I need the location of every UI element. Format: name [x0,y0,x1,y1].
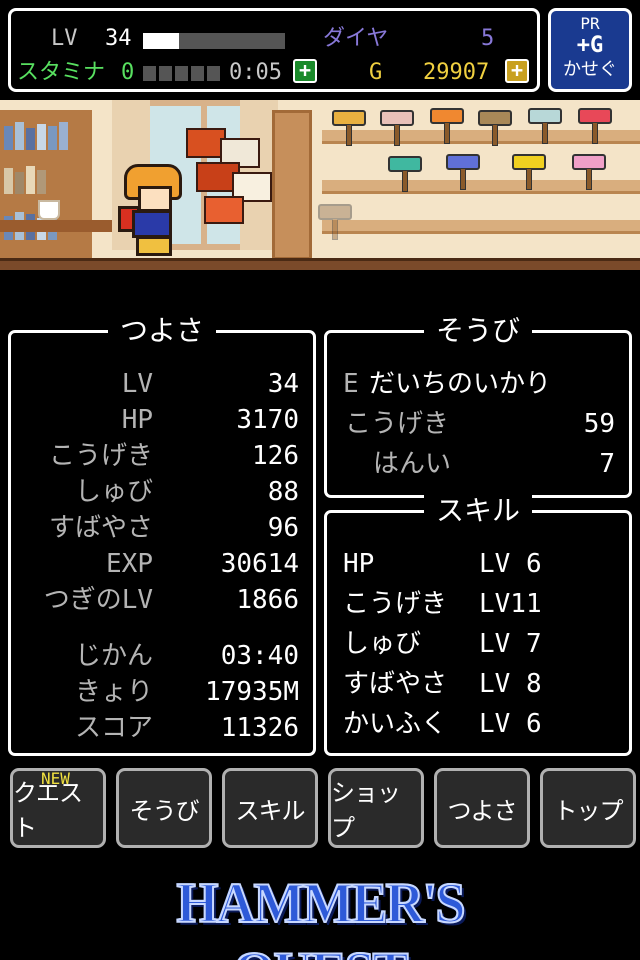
hammer-icon [318,200,352,240]
stat-value: 3170 [236,405,299,435]
menu-equip-button[interactable]: そうび [116,768,212,848]
desk [0,220,112,232]
skill-name: こうげき [343,589,448,619]
stamina-value: 0 [121,60,135,85]
gain-gold-label: +G [576,33,604,58]
status-panel: LV 34 ダイヤ 5 スタミナ 0 0:05 + G 29907 + [8,8,540,92]
stat-label: EXP [106,549,153,579]
plus-icon: + [298,58,312,82]
skill-name: かいふく [343,709,448,739]
stamina-gauge [143,66,220,81]
skill-panel-title: スキル [423,494,532,527]
stamina-label: スタミナ [17,60,106,85]
menu-shop-button[interactable]: ショップ [328,768,424,848]
earn-gold-button[interactable]: PR +G かせぐ [548,8,632,92]
menu-label: ショップ [331,779,401,842]
cup [38,200,60,220]
skill-name: しゅび [343,629,422,659]
stat-label: しゅび [74,477,153,507]
equip-panel: そうび E だいちのいかり こうげき 59 はんい 7 [324,314,632,498]
earn-label: かせぐ [563,59,617,80]
gold-value: 29907 [423,60,490,85]
equipped-hammer-sprite [176,122,280,238]
stat-label: スコア [74,713,153,743]
menu-quest-button[interactable]: NEW クエスト [10,768,106,848]
attack-value: 59 [583,409,615,439]
stat-label: LV [121,369,153,399]
stat-label: こうげき [48,441,153,471]
skill-panel: スキル HP LV 6 こうげき LV11 しゅび LV 7 すばやさ LV 8… [324,494,632,756]
game-scene [0,100,640,270]
stat-label: きょり [74,677,153,707]
diamond-value: 5 [481,26,495,51]
level-progress-fill [143,33,179,49]
stamina-plus-button[interactable]: + [293,59,317,83]
stat-value: 30614 [220,549,299,579]
new-badge: NEW [41,769,70,788]
stat-value: 03:40 [220,641,299,671]
stat-value: 11326 [220,713,299,743]
hammer-icon [430,104,464,144]
stat-value: 96 [267,513,299,543]
stat-label: つぎのLV [43,585,153,615]
hammer-icon [388,152,422,192]
strength-panel-title: つよさ [107,314,216,347]
floor [0,258,640,270]
stamina-timer: 0:05 [229,60,282,85]
stat-label: すばやさ [48,513,153,543]
hammer-icon [380,106,414,146]
stat-label: じかん [74,641,153,671]
hammer-icon [512,150,546,190]
stat-label: HP [121,405,153,435]
hammer-icon [446,150,480,190]
bookshelf [0,110,92,260]
skill-level: LV 6 [479,709,542,739]
stat-value: 126 [252,441,299,471]
skill-level: LV 6 [479,549,542,579]
gold-label: G [369,60,383,85]
hammer-icon [578,104,612,144]
menu-label: スキル [235,796,306,825]
menu-label: トップ [553,796,624,825]
hammer-icon [572,150,606,190]
range-value: 7 [599,449,615,479]
hammer-icon [528,104,562,144]
strength-panel: つよさ LV 34 HP 3170 こうげき 126 しゅび 88 すばやさ 9… [8,314,316,756]
equipped-marker: E [343,369,359,399]
menu-label: そうび [129,796,200,825]
stat-value: 34 [267,369,299,399]
skill-name: すばやさ [343,669,448,699]
equip-panel-title: そうび [423,314,532,347]
hero-sprite [118,162,188,258]
stat-value: 17935M [205,677,299,707]
range-label: はんい [373,449,452,479]
menu-skill-button[interactable]: スキル [222,768,318,848]
hammer-shelf [322,220,640,234]
hammer-icon [332,106,366,146]
menu-top-button[interactable]: トップ [540,768,636,848]
stat-value: 1866 [236,585,299,615]
game-logo: HAMMER'S QUEST [176,870,467,960]
plus-icon: + [510,58,524,82]
skill-level: LV11 [479,589,542,619]
diamond-label: ダイヤ [323,26,389,51]
pr-label: PR [580,14,600,33]
skill-level: LV 8 [479,669,542,699]
weapon-name: だいちのいかり [369,369,552,399]
attack-label: こうげき [345,409,450,439]
level-progress-bar [143,33,285,49]
level-label: LV [51,26,78,51]
menu-status-button[interactable]: つよさ [434,768,530,848]
hammer-icon [478,106,512,146]
menu-label: つよさ [447,796,518,825]
skill-level: LV 7 [479,629,542,659]
gold-plus-button[interactable]: + [505,59,529,83]
skill-name: HP [343,549,375,579]
stat-value: 88 [267,477,299,507]
level-value: 34 [105,26,132,51]
